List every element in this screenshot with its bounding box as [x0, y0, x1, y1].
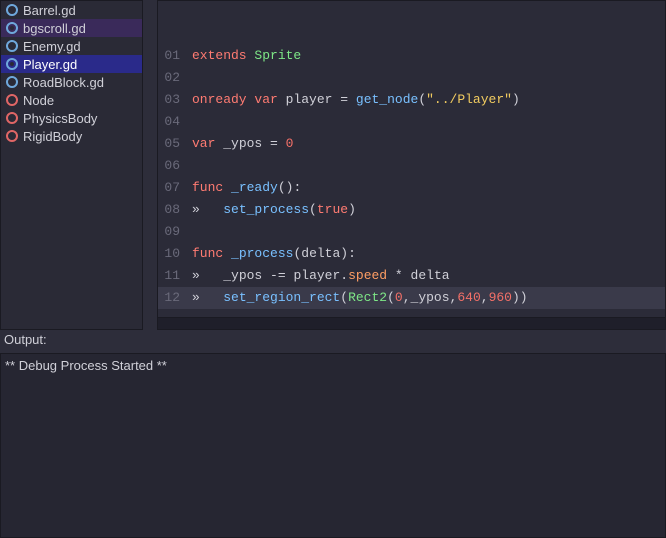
- code-text: [192, 111, 665, 133]
- code-line[interactable]: 05var _ypos = 0: [158, 133, 665, 155]
- horizontal-scrollbar[interactable]: [158, 317, 665, 329]
- gear-icon: [5, 3, 19, 17]
- file-item[interactable]: Enemy.gd: [1, 37, 142, 55]
- line-number: 12: [158, 287, 192, 309]
- script-sidebar: Barrel.gd bgscroll.gd Enemy.gd Player.gd Roa…: [0, 0, 143, 330]
- code-text: onready var player = get_node("../Player…: [192, 89, 665, 111]
- gear-icon: [5, 39, 19, 53]
- file-item[interactable]: RigidBody: [1, 127, 142, 145]
- file-item[interactable]: Player.gd: [1, 55, 142, 73]
- code-line[interactable]: 10func _process(delta):: [158, 243, 665, 265]
- code-editor: 01extends Sprite0203onready var player =…: [143, 0, 666, 330]
- file-list: Barrel.gd bgscroll.gd Enemy.gd Player.gd Roa…: [1, 1, 142, 329]
- file-label: Player.gd: [23, 57, 77, 72]
- gear-icon: [5, 57, 19, 71]
- gear-icon: [5, 75, 19, 89]
- code-line[interactable]: 09: [158, 221, 665, 243]
- output-body[interactable]: ** Debug Process Started **: [0, 353, 666, 538]
- code-text: » _ypos -= player.speed * delta: [192, 265, 665, 287]
- gear-icon: [5, 21, 19, 35]
- code-line[interactable]: 07func _ready():: [158, 177, 665, 199]
- output-section: Output: ** Debug Process Started **: [0, 330, 666, 538]
- file-item[interactable]: RoadBlock.gd: [1, 73, 142, 91]
- code-line[interactable]: 08» set_process(true): [158, 199, 665, 221]
- file-label: Node: [23, 93, 54, 108]
- line-number: 02: [158, 67, 192, 89]
- code-text: [192, 155, 665, 177]
- line-number: 11: [158, 265, 192, 287]
- code-text: func _process(delta):: [192, 243, 665, 265]
- code-text: func _ready():: [192, 177, 665, 199]
- code-text: [192, 67, 665, 89]
- code-line[interactable]: 06: [158, 155, 665, 177]
- node-icon: [5, 93, 19, 107]
- file-item[interactable]: Barrel.gd: [1, 1, 142, 19]
- line-number: 08: [158, 199, 192, 221]
- line-number: 06: [158, 155, 192, 177]
- code-text: extends Sprite: [192, 45, 665, 67]
- file-label: Enemy.gd: [23, 39, 81, 54]
- node-icon: [5, 129, 19, 143]
- line-number: 03: [158, 89, 192, 111]
- code-text: [192, 221, 665, 243]
- code-line[interactable]: 12» set_region_rect(Rect2(0,_ypos,640,96…: [158, 287, 665, 309]
- code-line[interactable]: 01extends Sprite: [158, 45, 665, 67]
- file-item[interactable]: bgscroll.gd: [1, 19, 142, 37]
- line-number: 04: [158, 111, 192, 133]
- code-line[interactable]: 11» _ypos -= player.speed * delta: [158, 265, 665, 287]
- code-text: var _ypos = 0: [192, 133, 665, 155]
- line-number: 07: [158, 177, 192, 199]
- line-number: 10: [158, 243, 192, 265]
- code-text: » set_region_rect(Rect2(0,_ypos,640,960)…: [192, 287, 665, 309]
- line-number: 05: [158, 133, 192, 155]
- line-number: 09: [158, 221, 192, 243]
- file-item[interactable]: PhysicsBody: [1, 109, 142, 127]
- file-label: bgscroll.gd: [23, 21, 86, 36]
- file-label: Barrel.gd: [23, 3, 76, 18]
- code-area[interactable]: 01extends Sprite0203onready var player =…: [157, 0, 666, 330]
- code-line[interactable]: 03onready var player = get_node("../Play…: [158, 89, 665, 111]
- file-label: RoadBlock.gd: [23, 75, 104, 90]
- file-label: RigidBody: [23, 129, 82, 144]
- code-line[interactable]: 02: [158, 67, 665, 89]
- line-number: 01: [158, 45, 192, 67]
- code-line[interactable]: 04: [158, 111, 665, 133]
- top-area: Barrel.gd bgscroll.gd Enemy.gd Player.gd Roa…: [0, 0, 666, 330]
- output-header: Output:: [0, 330, 666, 349]
- code-text: » set_process(true): [192, 199, 665, 221]
- file-label: PhysicsBody: [23, 111, 97, 126]
- file-item[interactable]: Node: [1, 91, 142, 109]
- node-icon: [5, 111, 19, 125]
